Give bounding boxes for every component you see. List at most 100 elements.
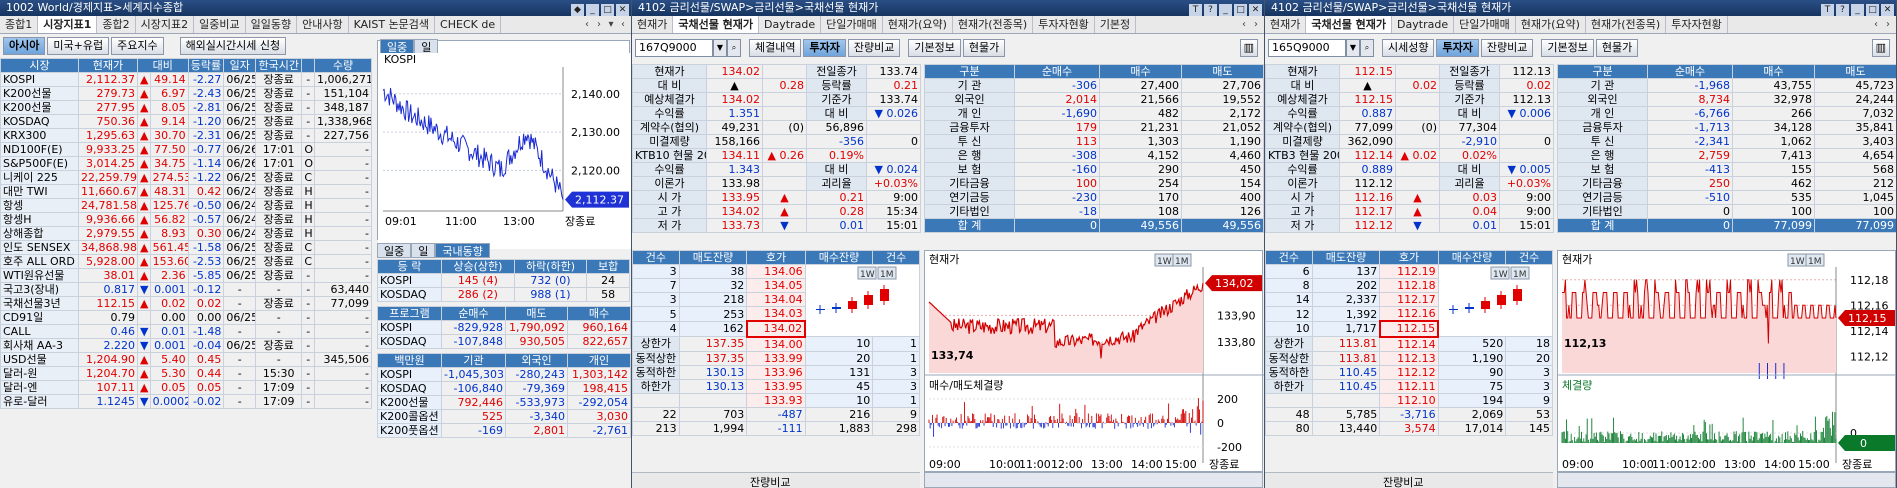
remaining-compare-label[interactable]: 잔량비교 xyxy=(750,474,790,488)
maximize-icon[interactable]: □ xyxy=(1234,4,1247,16)
tab-1[interactable]: 국채선물 현재가 xyxy=(1306,16,1393,33)
view-button-2[interactable]: 잔량비교 xyxy=(847,39,901,57)
bid-row[interactable]: 상한가 113.81 112.14 520 18 xyxy=(1265,336,1553,352)
tab-7[interactable]: KAIST 논문검색 xyxy=(349,16,436,33)
tab-3[interactable]: 단일가매매 xyxy=(821,16,883,33)
table-row[interactable]: USD선물 1,204.90 ▲ 5.40 0.45- - -345,506 xyxy=(0,352,372,367)
close-icon[interactable]: ✕ xyxy=(1249,4,1262,16)
search-icon[interactable]: ⌕ xyxy=(727,39,741,57)
tab-7[interactable]: 기본정 xyxy=(1095,16,1137,33)
region-button-3[interactable]: 해외실시간시세 신청 xyxy=(179,37,287,55)
tab-scroll-icon[interactable]: ‹ xyxy=(581,19,593,30)
tab-8[interactable]: CHECK de xyxy=(435,16,502,33)
view-button-3[interactable]: 기본정보 xyxy=(908,39,961,57)
chevron-down-icon[interactable]: ▼ xyxy=(1346,39,1360,57)
region-button-1[interactable]: 미국+유럽 xyxy=(47,37,110,55)
table-row[interactable]: 상해종합 2,979.55 ▲ 8.93 0.30 06/24 장종료 H - xyxy=(0,226,372,241)
table-row[interactable]: 항셍H 9,936.66 ▲ 56.82 -0.57 06/24 장종료 H - xyxy=(0,212,372,227)
tab-daily-2[interactable]: 일 xyxy=(411,243,436,258)
close-icon[interactable]: ✕ xyxy=(1881,4,1894,16)
tab-6[interactable]: 투자자현황 xyxy=(1033,16,1095,33)
table-row[interactable]: 대만 TWI 11,660.67 ▲ 48.31 0.42 06/24 장종료 H - xyxy=(0,184,372,199)
chart-icon[interactable]: ▥ xyxy=(1871,39,1890,57)
help-icon[interactable]: ? xyxy=(1204,4,1217,16)
view-button-4[interactable]: 현물가 xyxy=(962,39,1006,57)
bid-row[interactable]: 112.10 194 9 xyxy=(1265,392,1553,408)
table-row[interactable]: 달러-엔 107.11 ▲ 0.05 0.05-17:09- - xyxy=(0,380,372,395)
bid-row[interactable]: 하한가 110.45 112.11 75 3 xyxy=(1265,378,1553,394)
tab-1[interactable]: 국채선물 현재가 xyxy=(673,16,760,33)
table-row[interactable]: ND100F(E) 9,933.25 ▲ 77.50 -0.77 06/26 17:01 O - xyxy=(0,142,372,157)
tab-intraday-2[interactable]: 일중 xyxy=(377,243,412,258)
tab-5[interactable]: 현재가(전종목) xyxy=(953,16,1034,33)
table-row[interactable]: 국고3(장내) 0.817 ▼ 0.001 -0.12- - -63,440 xyxy=(0,282,372,297)
table-row[interactable]: 달러-원 1,204.70 ▲ 5.30 0.44-15:30- - xyxy=(0,366,372,381)
minimize-icon[interactable]: _ xyxy=(1851,4,1864,16)
tab-6[interactable]: 안내사항 xyxy=(297,16,349,33)
tab-2[interactable]: Daytrade xyxy=(759,16,822,33)
table-row[interactable]: KOSPI 2,112.37 ▲ 49.14 -2.27 06/25 장종료 -1,006,2… xyxy=(0,72,372,87)
table-row[interactable]: CD91일 0.79 0.00 0.00 06/25- - - xyxy=(0,310,372,325)
bid-row[interactable]: 133.93 10 1 xyxy=(632,392,920,408)
tab-scroll-icon[interactable]: ‹ xyxy=(617,19,629,30)
table-row[interactable]: 유로-달러 1.1245 ▼ 0.0002 -0.02-17:09- - xyxy=(0,394,372,409)
tab-0[interactable]: 종합1 xyxy=(0,16,39,33)
table-row[interactable]: 호주 ALL ORD 5,928.00 ▲ 153.60 -2.53 06/25 장종료 C - xyxy=(0,254,372,269)
title-bar[interactable]: 4102 금리선물/SWAP>금리선물>국채선물 현재가 T? _ □ ✕ xyxy=(1265,0,1896,16)
bid-row[interactable]: 상한가 137.35 134.00 10 1 xyxy=(632,336,920,352)
tab-scroll-icon[interactable]: ▾ xyxy=(605,19,617,30)
code-input[interactable]: 165Q9000 xyxy=(1268,39,1346,57)
bid-row[interactable]: 동적하한 130.13 133.96 131 3 xyxy=(632,364,920,380)
bid-row[interactable]: 하한가 130.13 133.95 45 3 xyxy=(632,378,920,394)
code-input[interactable]: 167Q9000 xyxy=(635,39,713,57)
title-bar[interactable]: 1002 World/경제지표>세계지수종합 ◆ _ □ ✕ xyxy=(0,0,631,16)
close-icon[interactable]: ✕ xyxy=(616,4,629,16)
tab-2[interactable]: 종합2 xyxy=(97,16,136,33)
tab-3[interactable]: 단일가매매 xyxy=(1454,16,1516,33)
bid-row[interactable]: 동적상한 113.81 112.13 1,190 20 xyxy=(1265,350,1553,366)
search-icon[interactable]: ⌕ xyxy=(1360,39,1374,57)
table-row[interactable]: K200선물 279.73 ▲ 6.97 -2.43 06/25 장종료 -151,104 xyxy=(0,86,372,101)
remaining-compare-label[interactable]: 잔량비교 xyxy=(1383,474,1423,488)
table-row[interactable]: KOSDAQ 750.36 ▲ 9.14 -1.20 06/25 장종료 -1,338,968 xyxy=(0,114,372,129)
tab-intraday[interactable]: 일중 xyxy=(380,39,415,54)
tab-5[interactable]: 현재가(전종목) xyxy=(1586,16,1667,33)
tab-4[interactable]: 현재가(요약) xyxy=(883,16,953,33)
text-icon[interactable]: T xyxy=(1821,4,1834,16)
table-row[interactable]: K200선물 277.95 ▲ 8.05 -2.81 06/25 장종료 -348,187 xyxy=(0,100,372,115)
table-row[interactable]: 인도 SENSEX 34,868.98 ▲ 561.45 -1.58 06/25 장종료 C - xyxy=(0,240,372,255)
tab-2[interactable]: Daytrade xyxy=(1392,16,1455,33)
view-button-0[interactable]: 체결내역 xyxy=(749,39,802,57)
tab-domestic[interactable]: 국내동향 xyxy=(435,243,490,258)
maximize-icon[interactable]: □ xyxy=(1866,4,1879,16)
tab-1[interactable]: 시장지표1 xyxy=(38,16,98,33)
minimize-icon[interactable]: _ xyxy=(1219,4,1232,16)
title-bar[interactable]: 4102 금리선물/SWAP>금리선물>국채선물 현재가 T? _ □ ✕ xyxy=(632,0,1264,16)
view-button-1[interactable]: 투자자 xyxy=(803,39,846,57)
tab-daily[interactable]: 일 xyxy=(414,39,439,54)
ask-row[interactable]: 3 38 134.06 1W 1M xyxy=(632,263,921,337)
table-row[interactable]: WTI원유선물 38.01 ▲ 2.36 -5.85 06/25 장종료 - - xyxy=(0,268,372,283)
region-button-0[interactable]: 아시아 xyxy=(3,37,46,55)
tab-4[interactable]: 현재가(요약) xyxy=(1516,16,1586,33)
table-row[interactable]: S&P500F(E) 3,014.25 ▲ 34.75 -1.14 06/26 17:01 O… xyxy=(0,156,372,171)
chart-icon[interactable]: ▥ xyxy=(1239,39,1258,57)
view-button-4[interactable]: 현물가 xyxy=(1595,39,1639,57)
chart-scrollbar[interactable] xyxy=(1557,472,1896,488)
tab-6[interactable]: 투자자현황 xyxy=(1666,16,1728,33)
tab-scroll-icon[interactable]: › xyxy=(1250,19,1262,30)
bid-row[interactable]: 동적하한 110.45 112.12 90 3 xyxy=(1265,364,1553,380)
table-row[interactable]: CALL 0.46 ▼ 0.01 -1.48- - - - xyxy=(0,324,372,339)
tab-0[interactable]: 현재가 xyxy=(1265,16,1307,33)
ask-row[interactable]: 6 137 112.19 1W 1M xyxy=(1265,263,1554,337)
region-button-2[interactable]: 주요지수 xyxy=(111,37,164,55)
minimize-icon[interactable]: _ xyxy=(586,4,599,16)
tab-scroll-icon[interactable]: ‹ xyxy=(1238,19,1250,30)
view-button-2[interactable]: 잔량비교 xyxy=(1480,39,1534,57)
bid-row[interactable]: 동적상한 137.35 133.99 20 1 xyxy=(632,350,920,366)
pin-icon[interactable]: ◆ xyxy=(571,4,584,16)
help-icon[interactable]: ? xyxy=(1836,4,1849,16)
chart-scrollbar[interactable] xyxy=(924,472,1263,488)
table-row[interactable]: KRX300 1,295.63 ▲ 30.70 -2.31 06/25 장종료 -227,75… xyxy=(0,128,372,143)
tab-3[interactable]: 시장지표2 xyxy=(136,16,195,33)
